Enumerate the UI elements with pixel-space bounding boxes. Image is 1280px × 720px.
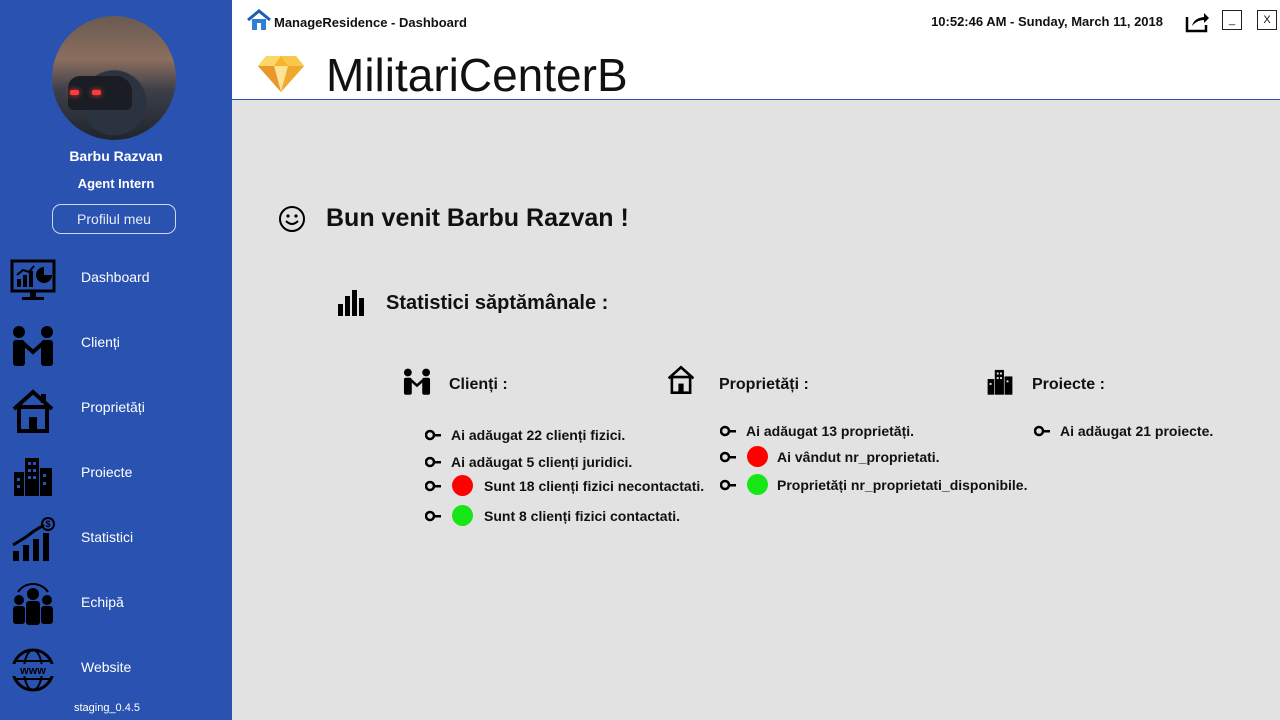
welcome-message: Bun venit Barbu Razvan ! xyxy=(326,204,629,232)
user-name: Barbu Razvan xyxy=(69,148,163,164)
key-bullet-icon xyxy=(720,451,736,463)
company-header: MilitariCenterB xyxy=(232,42,1280,101)
house-icon xyxy=(667,365,695,394)
svg-text:www: www xyxy=(19,665,46,677)
www-globe-icon: www xyxy=(10,648,56,692)
sidebar-item-label: Proprietăți xyxy=(81,399,145,415)
green-status-dot-icon xyxy=(747,474,768,495)
sidebar-item-proiecte[interactable]: Proiecte xyxy=(0,443,232,505)
bar-chart-icon xyxy=(338,290,364,316)
green-status-dot-icon xyxy=(452,505,473,526)
growth-chart-icon: $ xyxy=(12,517,55,561)
section-title-proiecte: Proiecte : xyxy=(1032,376,1105,393)
key-bullet-icon xyxy=(425,456,441,468)
sidebar-item-label: Statistici xyxy=(81,529,134,545)
key-bullet-icon xyxy=(425,480,441,492)
minimize-button[interactable]: _ xyxy=(1222,10,1242,30)
company-name: MilitariCenterB xyxy=(326,49,628,101)
key-bullet-icon xyxy=(425,429,441,441)
buildings-icon xyxy=(987,369,1013,395)
red-status-dot-icon xyxy=(747,446,768,467)
key-bullet-icon xyxy=(720,425,736,437)
stats-title: Statistici săptămânale : xyxy=(386,292,609,314)
sidebar-item-label: Dashboard xyxy=(81,269,150,285)
home-icon xyxy=(247,9,271,30)
key-bullet-icon xyxy=(720,479,736,491)
sidebar-item-dashboard[interactable]: Dashboard xyxy=(0,248,232,310)
sidebar-item-clienti[interactable]: Clienți xyxy=(0,313,232,375)
profile-button[interactable]: Profilul meu xyxy=(52,204,176,234)
title-bar: ManageResidence - Dashboard 10:52:46 AM … xyxy=(232,0,1280,42)
dashboard-monitor-icon xyxy=(10,259,56,300)
close-button[interactable]: X xyxy=(1257,10,1277,30)
key-bullet-icon xyxy=(1034,425,1050,437)
section-title-clienti: Clienți : xyxy=(449,376,508,393)
app-title: ManageResidence - Dashboard xyxy=(274,15,467,30)
sidebar-item-label: Echipă xyxy=(81,594,124,610)
sidebar-item-label: Website xyxy=(81,659,132,675)
red-status-dot-icon xyxy=(452,475,473,496)
team-icon xyxy=(13,583,53,625)
user-role: Agent Intern xyxy=(77,176,155,191)
house-icon xyxy=(12,389,54,433)
section-title-proprietati: Proprietăți : xyxy=(719,376,809,393)
smiley-icon xyxy=(279,206,305,232)
buildings-icon xyxy=(14,458,52,496)
sidebar-item-echipa[interactable]: Echipă xyxy=(0,573,232,635)
sidebar-item-label: Proiecte xyxy=(81,464,133,480)
key-bullet-icon xyxy=(425,510,441,522)
sidebar: Barbu Razvan Agent Intern Profilul meu D… xyxy=(0,0,232,720)
avatar xyxy=(52,16,176,140)
handshake-icon xyxy=(13,326,53,366)
svg-text:$: $ xyxy=(45,519,50,529)
export-icon[interactable] xyxy=(1184,11,1210,33)
clock: 10:52:46 AM - Sunday, March 11, 2018 xyxy=(931,14,1163,29)
sidebar-item-statistici[interactable]: $ Statistici xyxy=(0,508,232,570)
diamond-logo-icon xyxy=(258,56,304,92)
sidebar-item-website[interactable]: www Website xyxy=(0,638,232,700)
sidebar-item-label: Clienți xyxy=(81,334,120,350)
handshake-icon xyxy=(403,368,431,395)
version-label: staging_0.4.5 xyxy=(73,702,141,714)
sidebar-item-proprietati[interactable]: Proprietăți xyxy=(0,378,232,440)
